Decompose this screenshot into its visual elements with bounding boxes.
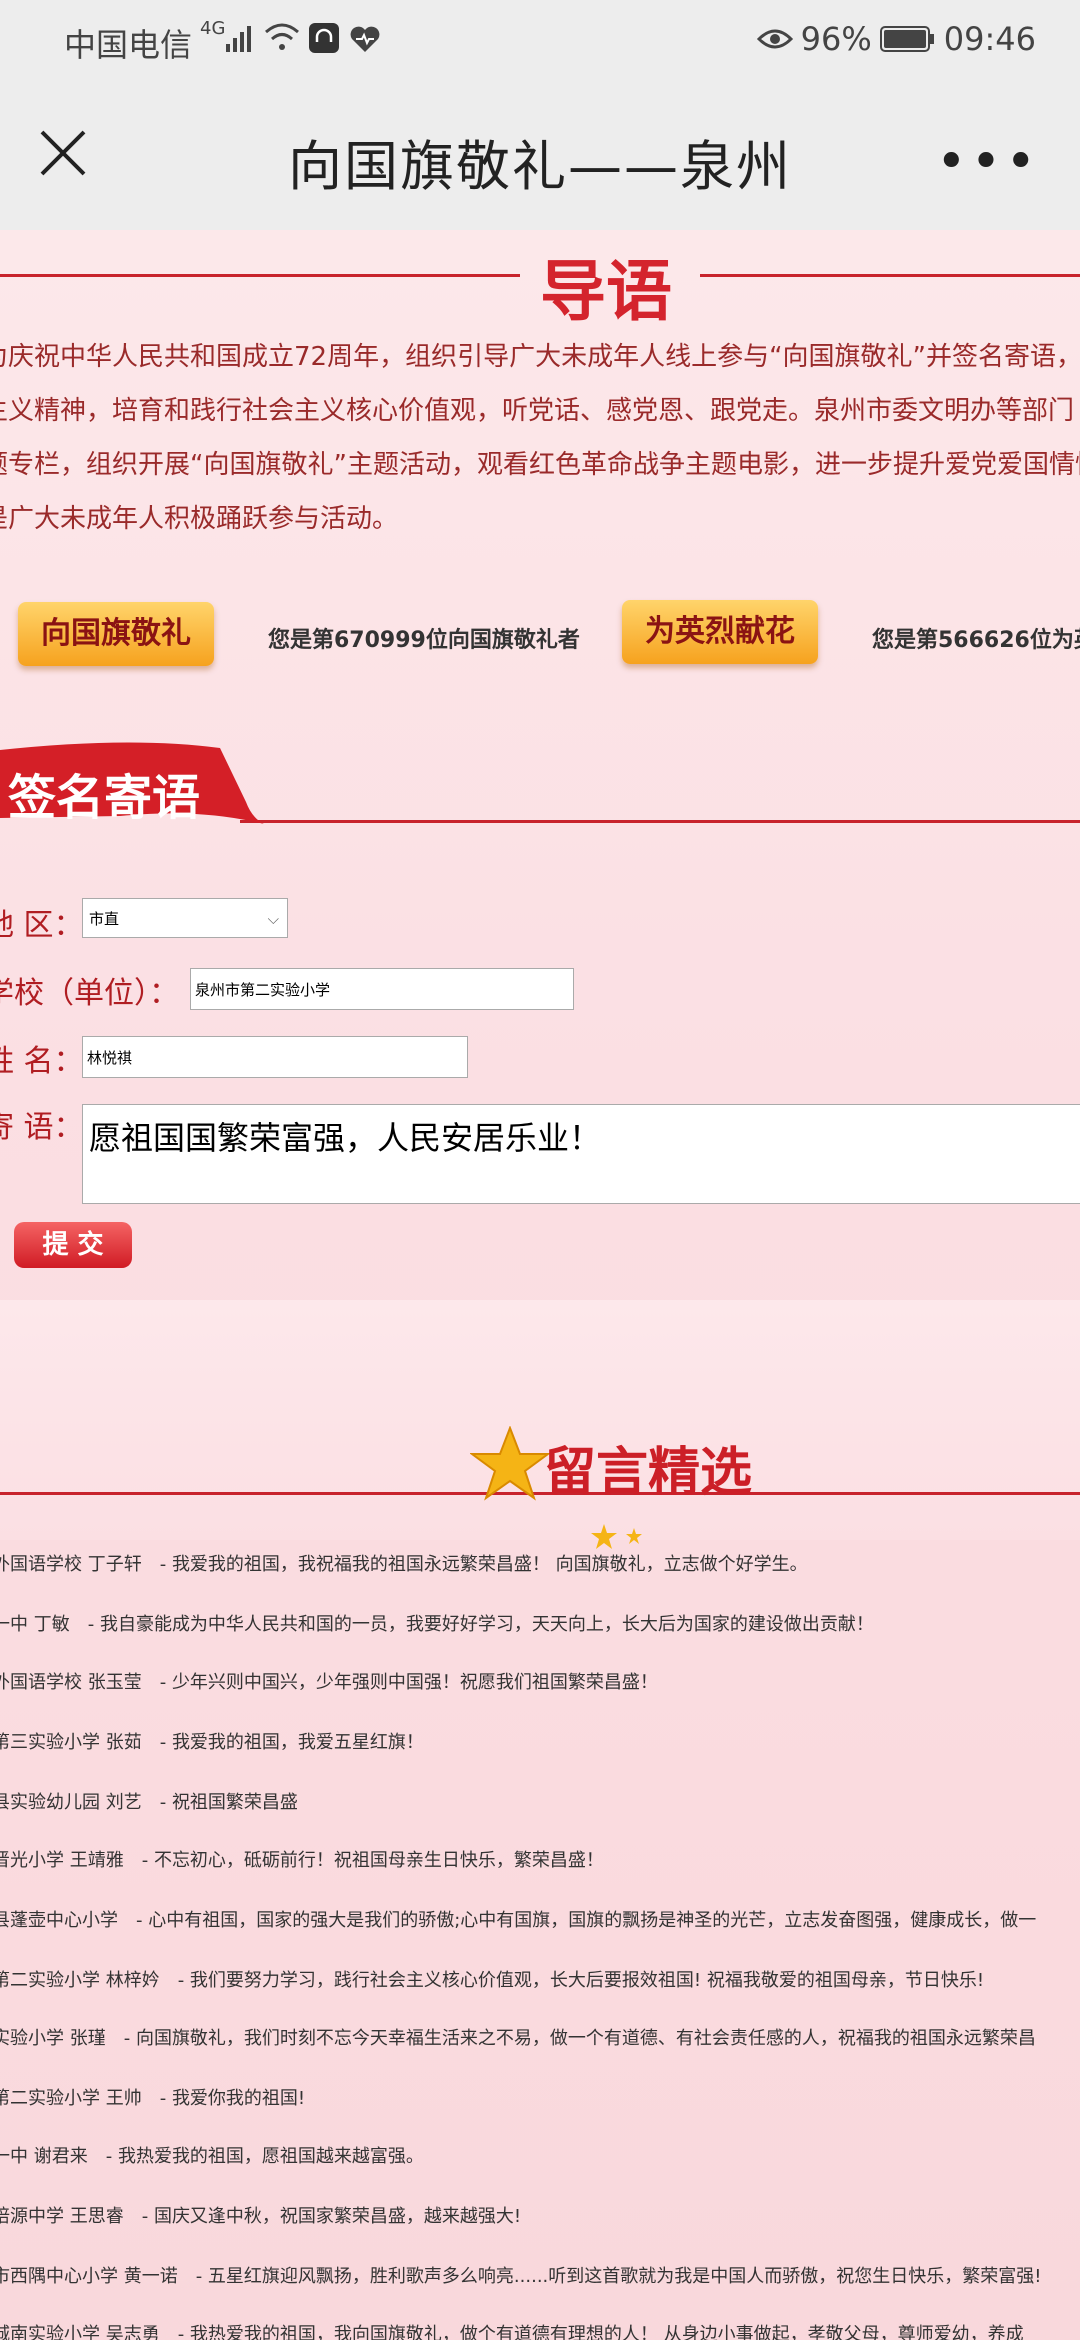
clock: 09:46	[943, 20, 1036, 58]
star-icon	[470, 1426, 550, 1501]
more-menu-button[interactable]: •••	[936, 132, 1040, 192]
region-label: 地 区：	[0, 908, 84, 943]
message-label: 寄 语：	[0, 1110, 84, 1145]
list-item: 一中 谢君来 - 我热爱我的祖国，愿祖国越来越富强。	[0, 2146, 424, 2167]
intro-divider-right	[700, 274, 1080, 277]
health-heart-icon	[350, 26, 380, 52]
wifi-icon	[265, 23, 299, 50]
list-item: 第三实验小学 张茹 - 我爱我的祖国，我爱五星红旗！	[0, 1732, 424, 1753]
message-textarea[interactable]: 愿祖国国繁荣富强，人民安居乐业！	[82, 1104, 1080, 1204]
eye-comfort-icon	[756, 29, 793, 49]
list-item: 城南实验小学 吴志勇 - 我热爱我的祖国，我向国旗敬礼，做个有道德有理想的人！ …	[0, 2324, 1024, 2340]
intro-line: 为庆祝中华人民共和国成立72周年，组织引导广大未成年人线上参与“向国旗敬礼”并签…	[0, 342, 1080, 372]
sign-divider	[240, 820, 1080, 823]
page-content: 导语 为庆祝中华人民共和国成立72周年，组织引导广大未成年人线上参与“向国旗敬礼…	[0, 230, 1080, 2340]
sign-heading: 签名寄语	[8, 770, 201, 826]
school-label: 学校（单位）：	[0, 976, 179, 1011]
list-item: 县蓬壶中心小学 - 心中有祖国，国家的强大是我们的骄傲;心中有国旗，国旗的飘扬是…	[0, 1910, 1037, 1931]
page-title: 向国旗敬礼——泉州	[288, 135, 792, 198]
list-item: 一中 丁敏 - 我自豪能成为中华人民共和国的一员，我要好好学习，天天向上，长大后…	[0, 1614, 874, 1635]
salute-flag-button[interactable]: 向国旗敬礼	[18, 602, 214, 666]
status-bar: 中国电信 4G 96% 09:46	[0, 0, 1080, 80]
list-item: 外国语学校 丁子轩 - 我爱我的祖国，我祝福我的祖国永远繁荣昌盛！ 向国旗敬礼，…	[0, 1554, 808, 1575]
signal-icon	[226, 26, 251, 52]
messages-heading: 留言精选	[544, 1442, 753, 1503]
intro-divider-left	[0, 274, 520, 277]
list-item: 实验小学 张瑾 - 向国旗敬礼，我们时刻不忘今天幸福生活来之不易，做一个有道德、…	[0, 2028, 1036, 2049]
intro-line: 主义精神，培育和践行社会主义核心价值观，听党话、感党恩、跟党走。泉州市委文明办等…	[0, 396, 1075, 426]
school-input[interactable]: 泉州市第二实验小学	[190, 968, 574, 1010]
list-item: 第二实验小学 王帅 - 我爱你我的祖国!	[0, 2088, 306, 2109]
intro-line: 是广大未成年人积极踊跃参与活动。	[0, 504, 399, 534]
headphone-app-icon	[309, 23, 339, 53]
list-item: 县实验幼儿园 刘艺 - 祝祖国繁荣昌盛	[0, 1792, 298, 1813]
submit-button[interactable]: 提 交	[14, 1222, 132, 1268]
battery-icon	[879, 26, 934, 52]
region-select-value: 市直	[89, 910, 120, 928]
list-item: 市西隅中心小学 黄一诺 - 五星红旗迎风飘扬，胜利歌声多么响亮......听到这…	[0, 2266, 1042, 2287]
messages-header-bg	[0, 1300, 1080, 1540]
salute-count: 您是第670999位向国旗敬礼者	[268, 628, 580, 653]
battery-percent: 96%	[800, 20, 872, 58]
offer-flower-button[interactable]: 为英烈献花	[622, 600, 818, 664]
name-label: 姓 名：	[0, 1044, 84, 1079]
intro-paragraph: 为庆祝中华人民共和国成立72周年，组织引导广大未成年人线上参与“向国旗敬礼”并签…	[0, 330, 1080, 546]
webview-titlebar: 向国旗敬礼——泉州 •••	[0, 80, 1080, 230]
list-item: 第二实验小学 林梓妗 - 我们要努力学习，践行社会主义核心价值观，长大后要报效祖…	[0, 1970, 985, 1991]
list-item: 培源中学 王思睿 - 国庆又逢中秋，祝国家繁荣昌盛，越来越强大!	[0, 2206, 522, 2227]
intro-line: 题专栏，组织开展“向国旗敬礼”主题活动，观看红色革命战争主题电影，进一步提升爱党…	[0, 450, 1080, 480]
region-select[interactable]: 市直 ⌵	[82, 898, 288, 938]
chevron-down-icon: ⌵	[267, 910, 279, 928]
intro-heading: 导语	[540, 252, 672, 330]
list-item: 晋光小学 王靖雅 - 不忘初心，砥砺前行！祝祖国母亲生日快乐，繁荣昌盛！	[0, 1850, 604, 1871]
network-label: 4G	[200, 18, 226, 39]
list-item: 外国语学校 张玉莹 - 少年兴则中国兴，少年强则中国强！祝愿我们祖国繁荣昌盛！	[0, 1672, 658, 1693]
name-input[interactable]: 林悦祺	[82, 1036, 468, 1078]
flower-count: 您是第566626位为英烈	[872, 628, 1080, 653]
carrier-label: 中国电信	[64, 26, 193, 64]
